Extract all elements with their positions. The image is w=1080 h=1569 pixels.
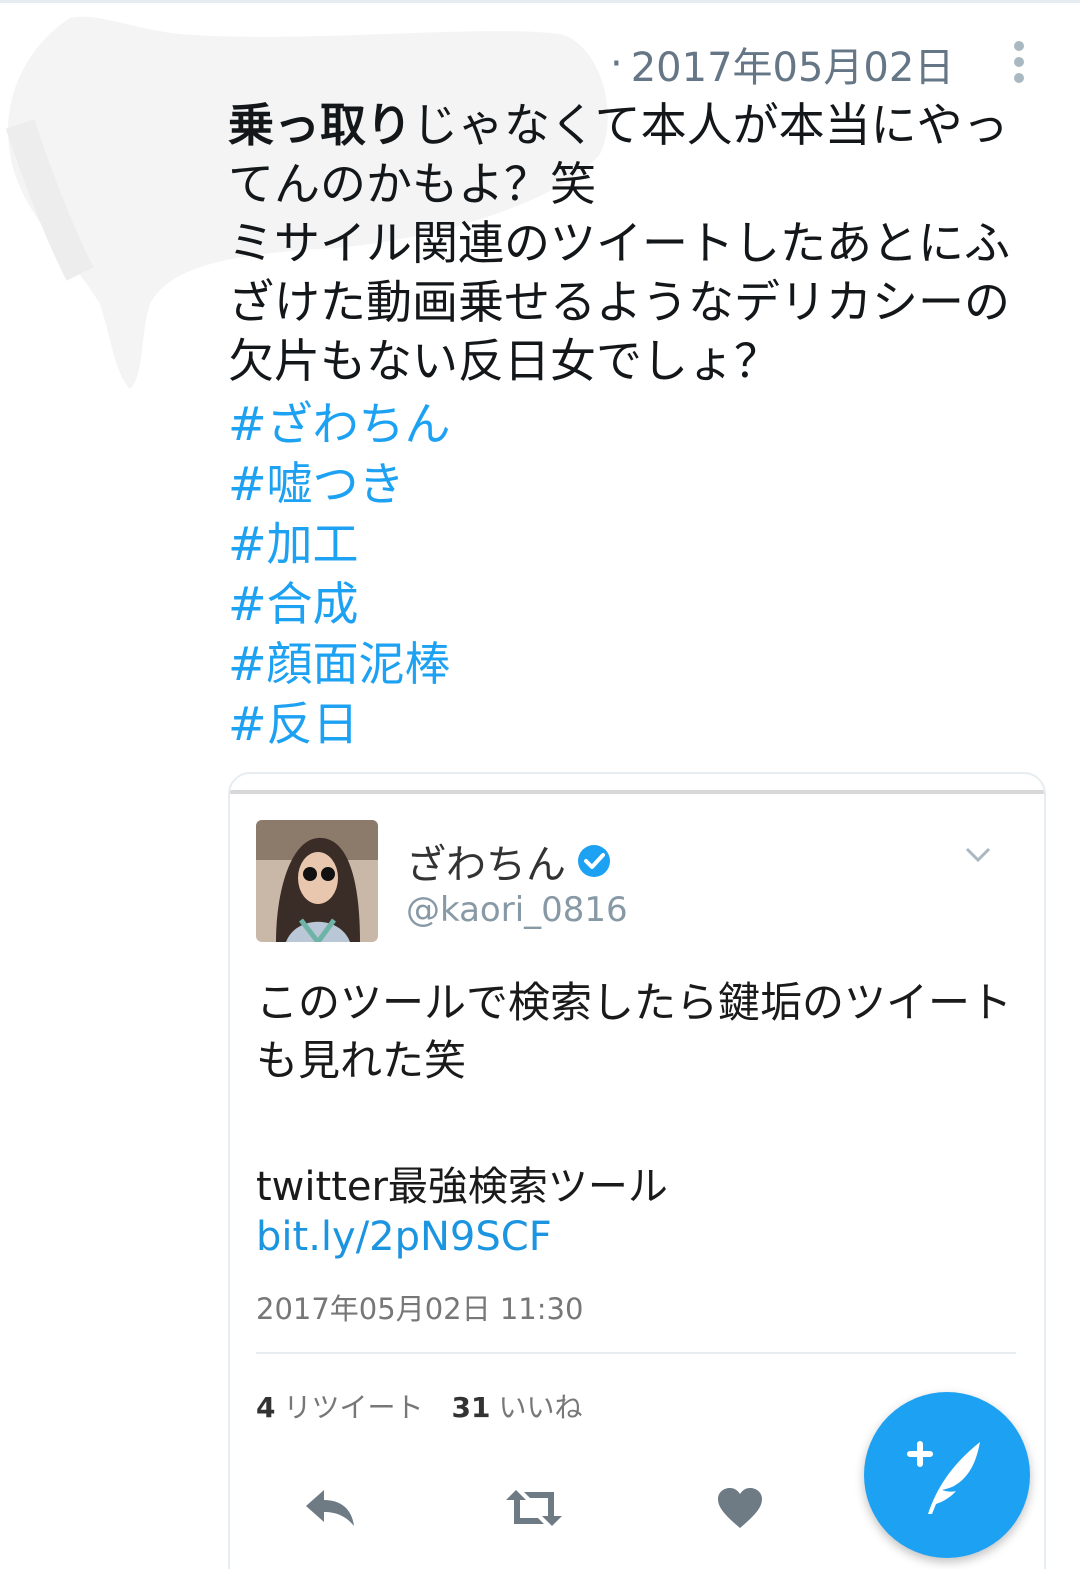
compose-tweet-icon — [907, 1441, 980, 1514]
heart-icon — [718, 1488, 762, 1528]
hashtag-link[interactable]: #合成 — [228, 574, 451, 634]
reply-icon — [306, 1490, 354, 1526]
chevron-down-icon — [965, 847, 991, 863]
embedded-avatar — [256, 820, 378, 942]
hashtag-list: #ざわちん #嘘つき #加工 #合成 #顔面泥棒 #反日 — [228, 394, 451, 754]
tweet-timestamp[interactable]: 2017年05月02日 — [631, 35, 955, 93]
timestamp-separator: · — [610, 41, 623, 87]
like-count: 31 — [451, 1391, 491, 1424]
tweet-detail-screen: · 2017年05月02日 乗っ取りじゃなくて本人が本当にやってんのかもよ？笑 … — [0, 0, 1080, 1569]
embedded-subtitle: twitter最強検索ツール — [256, 1164, 668, 1210]
hashtag-link[interactable]: #ざわちん — [228, 394, 451, 454]
embedded-link: bit.ly/2pN9SCF — [256, 1214, 552, 1260]
embedded-stats: 4 リツイート 31 いいね — [256, 1386, 582, 1426]
embedded-display-name-row: ざわちん — [406, 832, 612, 890]
verified-icon — [578, 845, 610, 877]
tweet-text-bold: 乗っ取り — [228, 98, 412, 152]
embedded-timestamp: 2017年05月02日 11:30 — [256, 1292, 584, 1326]
hashtag-link[interactable]: #顔面泥棒 — [228, 634, 451, 694]
tweet-timestamp-row: · 2017年05月02日 — [610, 35, 955, 93]
embedded-handle: @kaori_0816 — [406, 890, 628, 930]
embedded-tweet-text: このツールで検索したら鍵垢のツイートも見れた笑 — [256, 978, 1013, 1085]
more-options-icon[interactable] — [1004, 40, 1034, 84]
retweet-icon — [506, 1490, 562, 1526]
tweet-text: 乗っ取りじゃなくて本人が本当にやってんのかもよ？笑 ミサイル関連のツイートしたあ… — [228, 96, 1048, 391]
hashtag-link[interactable]: #嘘つき — [228, 454, 451, 514]
card-top-divider — [230, 790, 1044, 794]
hashtag-link[interactable]: #加工 — [228, 514, 451, 574]
card-divider — [256, 1352, 1016, 1354]
hashtag-link[interactable]: #反日 — [228, 694, 451, 754]
top-divider — [0, 0, 1080, 3]
like-label: いいね — [498, 1391, 583, 1424]
retweet-count: 4 — [256, 1391, 276, 1424]
compose-tweet-button[interactable] — [864, 1392, 1030, 1558]
retweet-label: リツイート — [283, 1391, 424, 1424]
embedded-display-name: ざわちん — [406, 842, 566, 888]
